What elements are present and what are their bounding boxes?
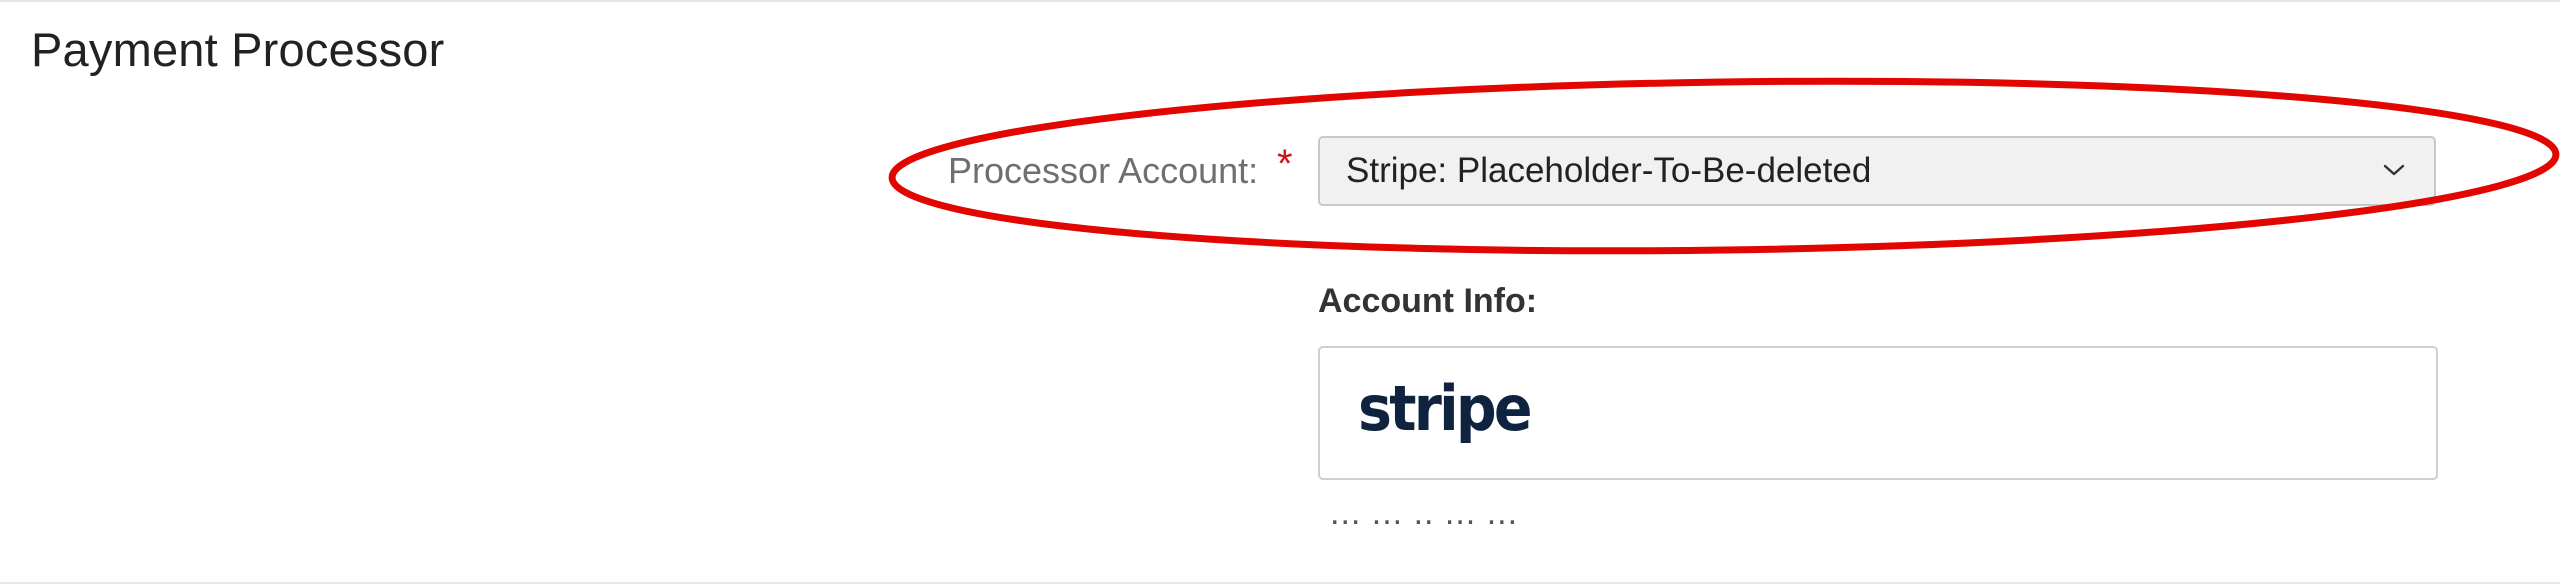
payment-processor-panel: Payment Processor Processor Account: * S…	[0, 0, 2560, 588]
section-title: Payment Processor	[31, 23, 445, 76]
processor-account-select[interactable]: Stripe: Placeholder-To-Be-deleted	[1318, 136, 2436, 206]
account-info-label: Account Info:	[1318, 282, 1538, 320]
account-info-box: stripe	[1318, 346, 2438, 480]
required-indicator: *	[1277, 142, 1293, 186]
cut-off-description-text: ... ... .. ... ...	[1318, 516, 1918, 536]
bottom-divider	[0, 582, 2560, 584]
processor-account-label: Processor Account:	[948, 150, 1259, 191]
chevron-down-icon	[2383, 164, 2405, 176]
highlight-ellipse-annotation	[888, 77, 2560, 255]
processor-account-selected-value: Stripe: Placeholder-To-Be-deleted	[1346, 151, 1872, 190]
stripe-logo: stripe	[1358, 372, 1533, 445]
cut-off-description: ... ... .. ... ...	[1330, 516, 1518, 533]
top-divider	[0, 0, 2560, 2]
